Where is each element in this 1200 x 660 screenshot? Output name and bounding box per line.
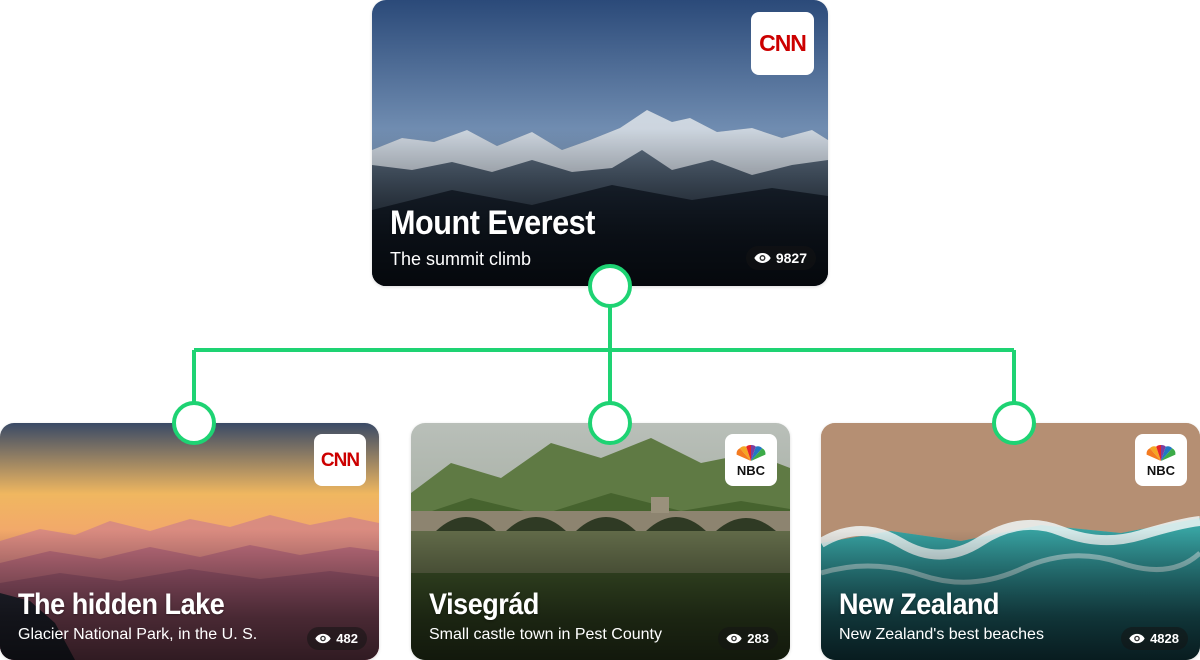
view-count: 9827 bbox=[775, 250, 807, 266]
card-visegrad[interactable]: NBC Visegrád Small castle town in Pest C… bbox=[411, 423, 790, 660]
logo-text: NBC bbox=[736, 463, 766, 478]
card-title: Mount Everest bbox=[390, 204, 595, 242]
view-count-badge: 283 bbox=[718, 627, 778, 650]
nbc-logo: NBC bbox=[725, 434, 777, 486]
card-new-zealand[interactable]: NBC New Zealand New Zealand's best beach… bbox=[821, 423, 1200, 660]
nbc-logo: NBC bbox=[1135, 434, 1187, 486]
view-count: 4828 bbox=[1150, 631, 1179, 646]
eye-icon bbox=[315, 633, 331, 644]
card-mount-everest[interactable]: CNN Mount Everest The summit climb 9827 bbox=[372, 0, 828, 286]
card-subtitle: New Zealand's best beaches bbox=[839, 626, 1044, 643]
card-the-hidden-lake[interactable]: CNN The hidden Lake Glacier National Par… bbox=[0, 423, 379, 660]
view-count: 482 bbox=[336, 631, 358, 646]
peacock-icon bbox=[1146, 444, 1176, 461]
card-subtitle: Small castle town in Pest County bbox=[429, 626, 662, 643]
cnn-logo: CNN bbox=[314, 434, 366, 486]
card-title: New Zealand bbox=[839, 588, 1000, 621]
peacock-icon bbox=[736, 444, 766, 461]
view-count: 283 bbox=[747, 631, 769, 646]
view-count-badge: 4828 bbox=[1121, 627, 1188, 650]
eye-icon bbox=[1129, 633, 1145, 644]
logo-text: CNN bbox=[320, 449, 360, 471]
card-subtitle: The summit climb bbox=[390, 249, 532, 269]
card-title: Visegrád bbox=[429, 588, 539, 621]
logo-text: CNN bbox=[759, 30, 807, 56]
cnn-logo: CNN bbox=[751, 12, 814, 75]
eye-icon bbox=[726, 633, 742, 644]
view-count-badge: 482 bbox=[307, 627, 367, 650]
logo-text: NBC bbox=[1146, 463, 1176, 478]
eye-icon bbox=[754, 252, 771, 264]
view-count-badge: 9827 bbox=[745, 246, 816, 270]
card-subtitle: Glacier National Park, in the U. S. bbox=[18, 626, 258, 643]
card-title: The hidden Lake bbox=[18, 588, 225, 621]
